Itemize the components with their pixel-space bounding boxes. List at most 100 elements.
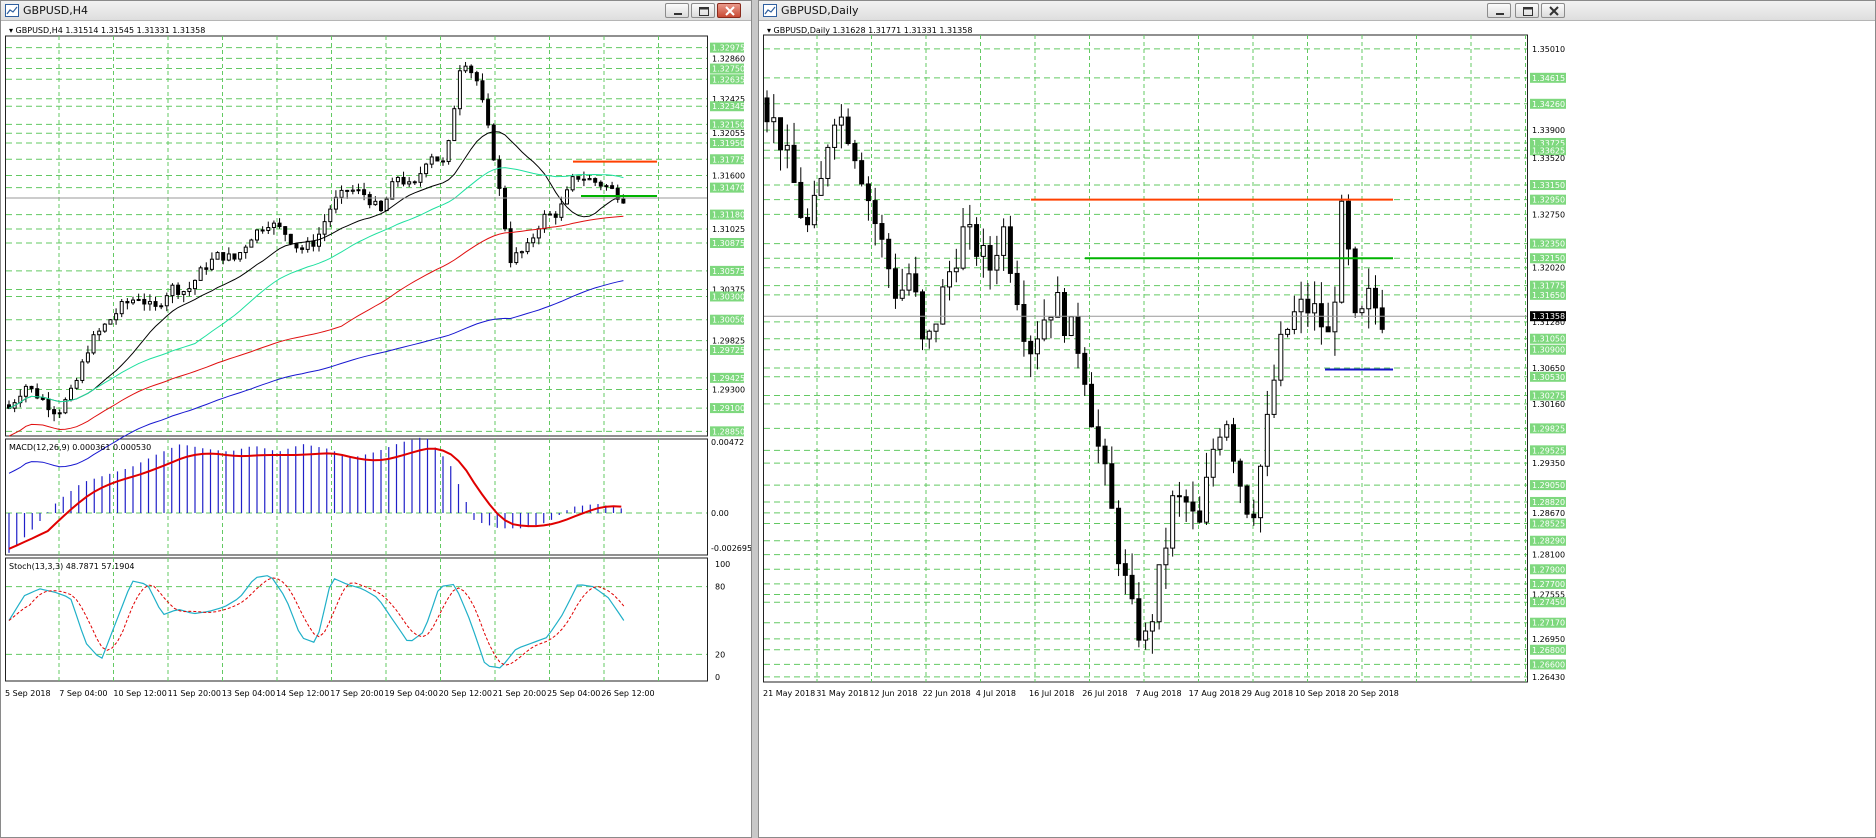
price-axis-label: 1.29525: [1532, 446, 1565, 455]
daily-chart-window[interactable]: GBPUSD,Daily 1.35010 1.34615 1.34260 1.3390…: [758, 0, 1876, 838]
bull-candle: [102, 323, 107, 332]
bull-candle: [424, 163, 429, 175]
minimize-button[interactable]: [665, 3, 689, 18]
bear-candle: [1197, 510, 1203, 523]
bull-candle: [906, 273, 912, 291]
time-axis-label: 26 Jul 2018: [1082, 689, 1127, 698]
daily-chart-canvas[interactable]: 1.350101.346151.342601.339001.337251.336…: [759, 21, 1875, 837]
price-axis-label: 1.33520: [1532, 154, 1565, 163]
price-axis-label: 1.32860: [712, 54, 745, 63]
bull-candle: [1258, 465, 1264, 519]
bull-candle: [164, 295, 169, 307]
bear-candle: [221, 252, 226, 261]
price-axis-label: 1.29825: [712, 337, 745, 346]
bear-candle: [1305, 298, 1311, 314]
bull-candle: [784, 144, 790, 151]
bull-candle: [1210, 448, 1216, 478]
bull-candle: [23, 385, 28, 397]
maximize-button[interactable]: [1515, 3, 1539, 18]
bear-candle: [987, 245, 993, 271]
bull-candle: [74, 379, 79, 389]
bull-candle: [1312, 303, 1318, 314]
bull-candle: [193, 279, 197, 290]
maximize-button[interactable]: [691, 3, 715, 18]
bull-candle: [119, 301, 124, 315]
minimize-button[interactable]: [1487, 3, 1511, 18]
price-axis-label: 1.32020: [1532, 264, 1565, 273]
close-button[interactable]: [717, 3, 741, 18]
price-axis-label: 1.28100: [1532, 551, 1565, 560]
bull-candle: [1034, 338, 1040, 355]
price-axis-label: 1.31025: [712, 225, 745, 234]
price-axis-label: 1.27170: [1532, 619, 1565, 628]
bear-candle: [480, 80, 485, 101]
price-axis-label: 1.29425: [712, 374, 745, 383]
bull-candle: [1041, 319, 1047, 340]
stoch-axis-label: 0: [715, 673, 720, 682]
bear-candle: [1237, 460, 1243, 487]
title-bar[interactable]: GBPUSD,H4: [1, 1, 751, 21]
bull-candle: [255, 229, 259, 241]
bull-candle: [1217, 436, 1223, 450]
bear-candle: [886, 238, 892, 270]
bull-candle: [1264, 413, 1270, 467]
bull-candle: [811, 194, 817, 226]
title-bar[interactable]: GBPUSD,Daily: [759, 1, 1875, 21]
time-axis-label: 13 Sep 04:00: [222, 689, 275, 698]
price-axis-label: 1.28525: [1532, 520, 1565, 529]
bull-candle: [1359, 308, 1365, 314]
bear-candle: [441, 160, 445, 163]
bull-candle: [463, 65, 468, 72]
bear-candle: [1095, 426, 1101, 447]
bear-candle: [1061, 292, 1067, 337]
close-button[interactable]: [1541, 3, 1565, 18]
bull-candle: [1001, 226, 1007, 256]
bear-candle: [598, 181, 603, 187]
bear-candle: [1082, 352, 1088, 385]
bear-candle: [1102, 445, 1108, 465]
bull-candle: [1332, 301, 1338, 333]
time-axis-label: 7 Sep 04:00: [59, 689, 107, 698]
bull-candle: [1055, 292, 1061, 318]
price-axis-label: 1.26950: [1532, 635, 1565, 644]
bull-candle: [215, 252, 220, 260]
bull-candle: [418, 173, 423, 183]
bull-candle: [108, 319, 113, 325]
bull-candle: [926, 330, 932, 340]
bull-candle: [542, 213, 547, 230]
time-axis-label: 17 Aug 2018: [1189, 689, 1240, 698]
bull-candle: [238, 252, 243, 260]
bear-candle: [1007, 226, 1013, 274]
bear-candle: [1318, 303, 1324, 328]
bear-candle: [367, 194, 372, 206]
bear-candle: [497, 159, 502, 189]
price-axis-label: 1.26600: [1532, 660, 1565, 669]
bear-candle: [1136, 598, 1142, 641]
bear-candle: [503, 187, 507, 230]
bull-candle: [170, 284, 175, 297]
h4-chart-canvas[interactable]: 1.329751.328601.327501.326351.324251.323…: [1, 21, 751, 837]
bull-candle: [69, 387, 73, 401]
bull-candle: [604, 185, 609, 188]
bear-candle: [52, 409, 57, 415]
bull-candle: [373, 200, 378, 206]
bull-candle: [159, 305, 164, 308]
bear-candle: [1021, 304, 1027, 342]
bull-candle: [832, 124, 838, 148]
h4-chart-window[interactable]: GBPUSD,H4 1.32975 1.32860 1.32750 1.32635 1.…: [0, 0, 752, 838]
bull-candle: [514, 252, 519, 264]
time-axis-label: 21 Sep 20:00: [493, 689, 546, 698]
price-axis-label: 1.29050: [1532, 481, 1565, 490]
time-axis-label: 11 Sep 20:00: [168, 689, 221, 698]
time-axis-label: 29 Aug 2018: [1242, 689, 1293, 698]
bull-candle: [587, 178, 592, 181]
price-axis-label: 1.32635: [712, 75, 745, 84]
bull-candle: [271, 222, 276, 229]
bear-candle: [300, 247, 305, 250]
bull-candle: [243, 246, 248, 254]
bear-candle: [576, 176, 581, 180]
price-axis-label: 1.28850: [712, 427, 745, 436]
price-axis-label: 1.28670: [1532, 509, 1565, 518]
bull-candle: [1298, 298, 1304, 313]
time-axis-label: 20 Sep 2018: [1348, 689, 1399, 698]
